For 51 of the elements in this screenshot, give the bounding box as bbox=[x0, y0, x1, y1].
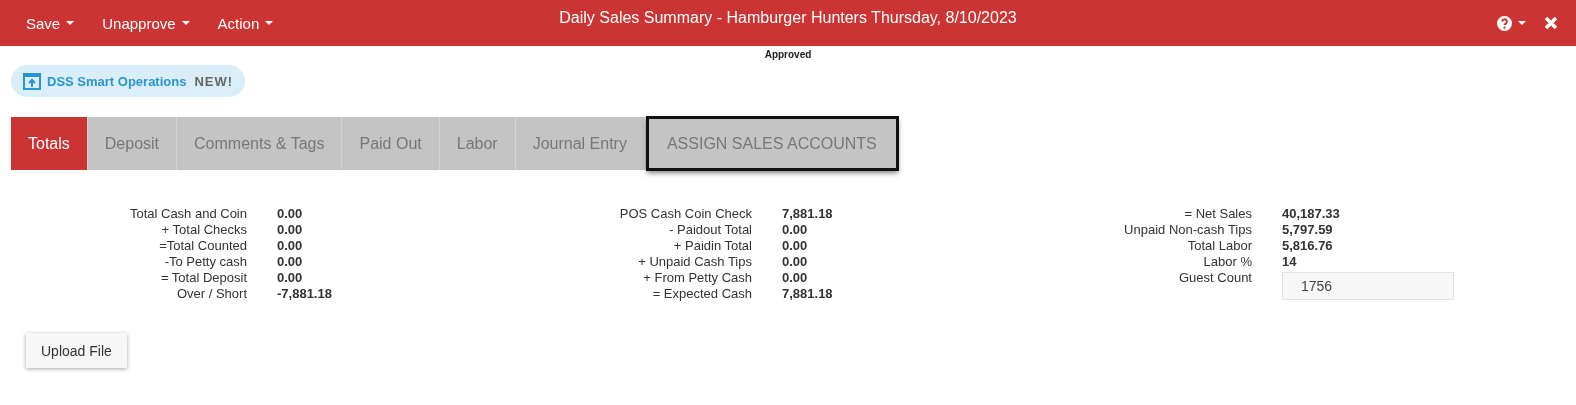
summary-value: 0.00 bbox=[782, 222, 808, 238]
help-icon bbox=[1497, 15, 1512, 31]
summary-label: = Net Sales bbox=[1183, 206, 1252, 222]
summary-label: Over / Short bbox=[175, 286, 247, 302]
help-menu-button[interactable] bbox=[1497, 15, 1526, 31]
summary-value: 0.00 bbox=[782, 254, 808, 270]
promo-button[interactable]: DSS Smart Operations NEW! bbox=[11, 65, 246, 97]
summary-value: 40,187.33 bbox=[1282, 206, 1340, 222]
tab[interactable]: ASSIGN SALES ACCOUNTS bbox=[646, 117, 898, 170]
summary-value: 0.00 bbox=[277, 238, 303, 254]
close-icon[interactable] bbox=[1544, 16, 1558, 30]
caret-icon bbox=[1518, 21, 1526, 25]
page-title: Daily Sales Summary - Hamburger Hunters Thursday, 8/10/2023 bbox=[559, 9, 1017, 26]
upload-icon bbox=[23, 72, 41, 90]
menu-button[interactable]: Save bbox=[12, 0, 89, 46]
summary-value: 0.00 bbox=[277, 206, 303, 222]
upload-file-button[interactable]: Upload File bbox=[26, 333, 127, 368]
summary-value: 0.00 bbox=[277, 270, 303, 286]
summary-label: - Paidout Total bbox=[668, 222, 752, 238]
summary-label: = Total Deposit bbox=[159, 270, 247, 286]
summary-value: 7,881.18 bbox=[782, 206, 833, 222]
summary-label: Guest Count bbox=[1178, 270, 1252, 287]
summary-label: + Total Checks bbox=[160, 222, 247, 238]
menu-button[interactable]: Unapprove bbox=[88, 0, 204, 46]
summary-value: 0.00 bbox=[782, 270, 808, 286]
guest-count-field[interactable]: 1756 bbox=[1282, 272, 1454, 300]
summary-label: + Unpaid Cash Tips bbox=[637, 254, 752, 270]
menu-button[interactable]: Action bbox=[203, 0, 288, 46]
tab[interactable]: Totals bbox=[11, 117, 88, 170]
summary-value: 5,816.76 bbox=[1282, 238, 1333, 254]
status-label: Approved bbox=[764, 49, 812, 60]
caret-icon bbox=[265, 21, 274, 25]
summary-value: 5,797.59 bbox=[1282, 222, 1333, 238]
summary-label: + Paidin Total bbox=[672, 238, 752, 254]
summary-value: 0.00 bbox=[782, 238, 808, 254]
caret-icon bbox=[181, 21, 190, 25]
summary-label: Labor % bbox=[1202, 254, 1252, 270]
summary-label: = Expected Cash bbox=[651, 286, 752, 302]
summary-label: Total Cash and Coin bbox=[128, 206, 247, 222]
summary-label: Unpaid Non-cash Tips bbox=[1123, 222, 1252, 238]
summary-value: 7,881.18 bbox=[782, 286, 833, 302]
summary-label: POS Cash Coin Check bbox=[618, 206, 752, 222]
summary-label: Total Labor bbox=[1186, 238, 1252, 254]
summary-label: -To Petty cash bbox=[163, 254, 247, 270]
summary-label: =Total Counted bbox=[158, 238, 247, 254]
summary-label: + From Petty Cash bbox=[642, 270, 752, 286]
summary-value: 0.00 bbox=[277, 254, 303, 270]
summary-value: 14 bbox=[1282, 254, 1297, 270]
summary-value: -7,881.18 bbox=[277, 286, 332, 302]
summary-value: 0.00 bbox=[277, 222, 303, 238]
caret-icon bbox=[66, 21, 75, 25]
